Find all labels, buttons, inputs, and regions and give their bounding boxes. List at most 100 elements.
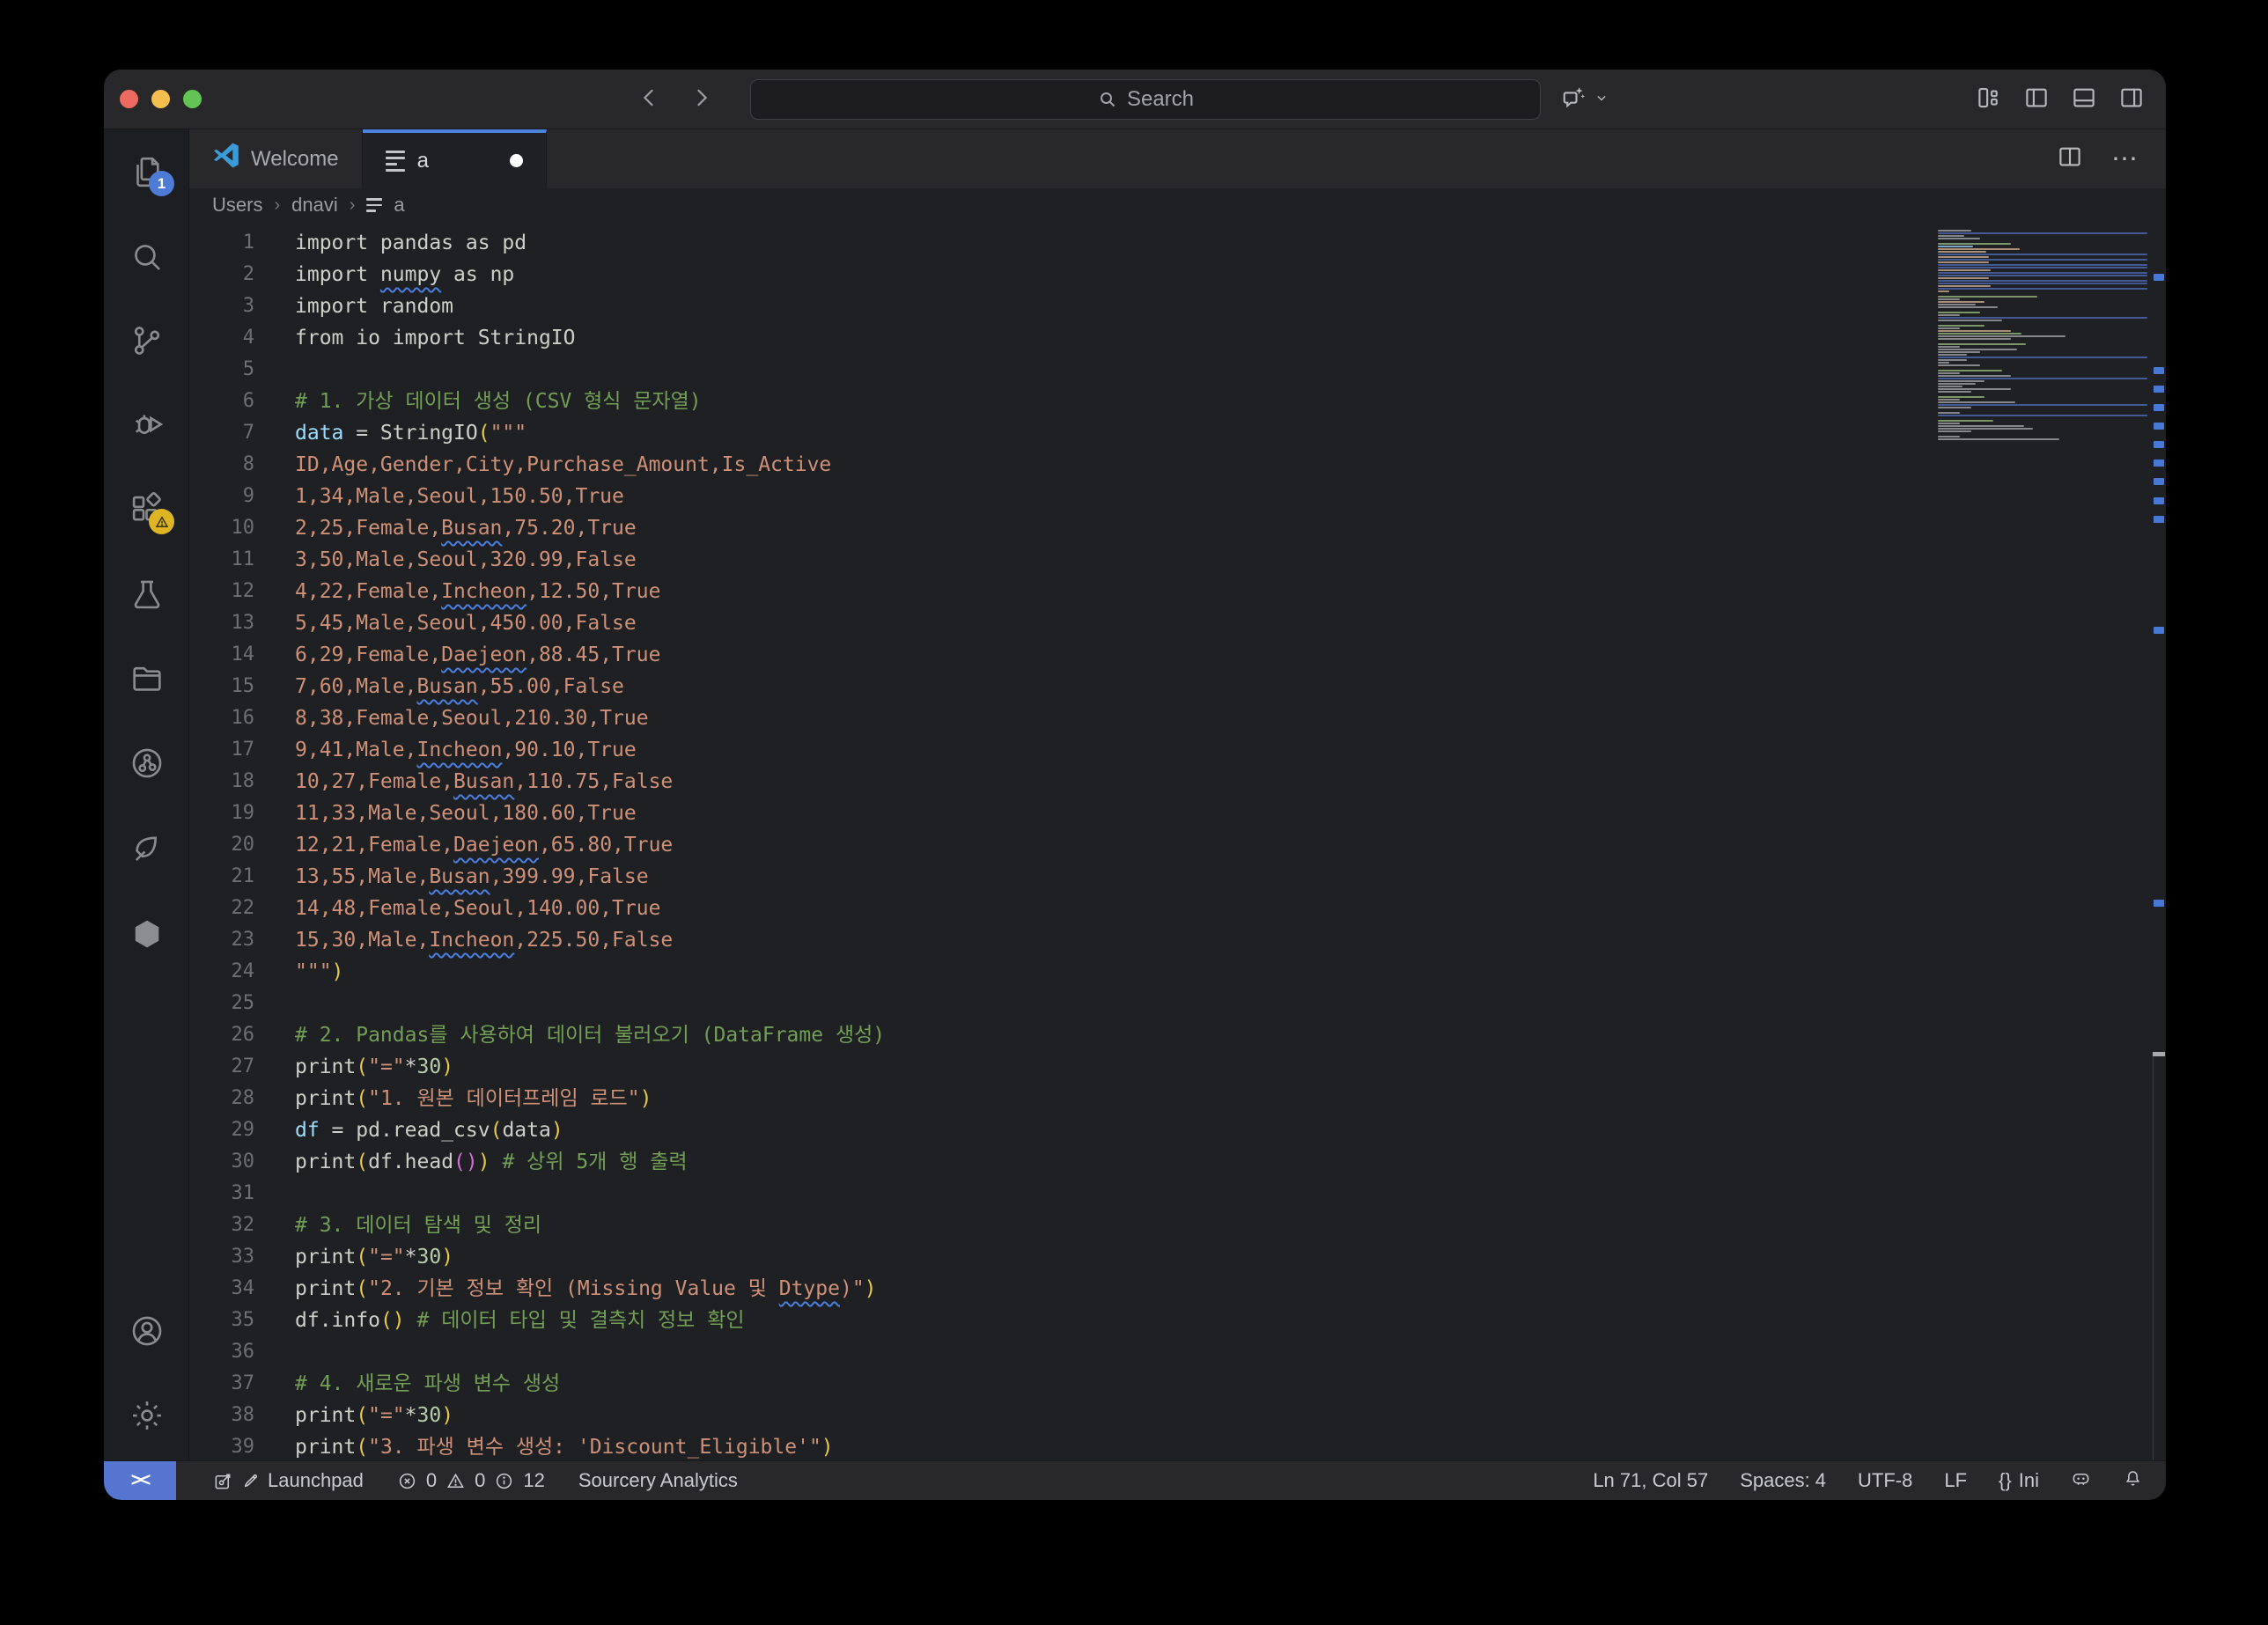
- close-window-button[interactable]: [120, 90, 138, 108]
- minimap-row: [1938, 438, 2059, 440]
- code-line-36[interactable]: 36: [189, 1336, 2166, 1368]
- copilot-status-icon[interactable]: [2071, 1468, 2091, 1494]
- code-line-29[interactable]: 29df = pd.read_csv(data): [189, 1114, 2166, 1146]
- code-line-20[interactable]: 2012,21,Female,Daejeon,65.80,True: [189, 829, 2166, 861]
- minimap-row: [1938, 304, 1976, 305]
- code-line-14[interactable]: 146,29,Female,Daejeon,88.45,True: [189, 639, 2166, 671]
- code-line-6[interactable]: 6# 1. 가상 데이터 생성 (CSV 형식 문자열): [189, 386, 2166, 417]
- code-line-9[interactable]: 91,34,Male,Seoul,150.50,True: [189, 481, 2166, 512]
- minimap[interactable]: [1933, 222, 2153, 1460]
- code-line-25[interactable]: 25: [189, 988, 2166, 1019]
- minimap-row: [1938, 357, 2147, 358]
- code-line-23[interactable]: 2315,30,Male,Incheon,225.50,False: [189, 924, 2166, 956]
- code-line-7[interactable]: 7data = StringIO(""": [189, 417, 2166, 449]
- code-line-35[interactable]: 35df.info() # 데이터 타입 및 결측치 정보 확인: [189, 1305, 2166, 1336]
- sourcery-status-item[interactable]: Sourcery Analytics: [578, 1469, 738, 1492]
- more-actions-icon[interactable]: ⋯: [2111, 143, 2139, 174]
- minimap-row: [1938, 283, 2147, 284]
- code-line-26[interactable]: 26# 2. Pandas를 사용하여 데이터 불러오기 (DataFrame …: [189, 1019, 2166, 1051]
- explorer-badge: 1: [149, 171, 174, 196]
- breadcrumb-segment[interactable]: dnavi: [291, 194, 338, 217]
- dirty-dot-icon[interactable]: [510, 154, 523, 167]
- code-line-4[interactable]: 4from io import StringIO: [189, 322, 2166, 354]
- minimap-row: [1938, 404, 2147, 406]
- activity-item-accounts[interactable]: [129, 1312, 166, 1349]
- go-forward-icon[interactable]: [688, 85, 714, 115]
- problems-status-item[interactable]: 0 0 12: [397, 1469, 545, 1492]
- code-line-8[interactable]: 8ID,Age,Gender,City,Purchase_Amount,Is_A…: [189, 449, 2166, 481]
- warning-icon: [446, 1471, 466, 1491]
- activity-item-settings[interactable]: [129, 1397, 166, 1434]
- copilot-chat-icon[interactable]: [1561, 85, 1587, 115]
- code-line-38[interactable]: 38print("="*30): [189, 1400, 2166, 1431]
- activity-item-tool-extension[interactable]: [129, 830, 166, 867]
- sourcery-label: Sourcery Analytics: [578, 1469, 738, 1492]
- code-line-31[interactable]: 31: [189, 1178, 2166, 1210]
- tab-welcome[interactable]: Welcome: [189, 129, 363, 188]
- minimap-row: [1938, 359, 1967, 361]
- eol-status[interactable]: LF: [1944, 1469, 1967, 1492]
- code-line-3[interactable]: 3import random: [189, 290, 2166, 322]
- code-line-5[interactable]: 5: [189, 354, 2166, 386]
- code-line-17[interactable]: 179,41,Male,Incheon,90.10,True: [189, 734, 2166, 766]
- ruler-marker: [2154, 497, 2164, 504]
- line-number: 21: [189, 861, 295, 893]
- language-label: Ini: [2019, 1469, 2039, 1492]
- code-line-12[interactable]: 124,22,Female,Incheon,12.50,True: [189, 576, 2166, 607]
- breadcrumb-file[interactable]: a: [394, 194, 404, 217]
- code-line-21[interactable]: 2113,55,Male,Busan,399.99,False: [189, 861, 2166, 893]
- activity-item-testing[interactable]: [129, 576, 166, 613]
- code-line-19[interactable]: 1911,33,Male,Seoul,180.60,True: [189, 798, 2166, 829]
- minimap-row: [1938, 306, 1998, 308]
- remote-indicator[interactable]: ><: [104, 1461, 176, 1500]
- split-editor-icon[interactable]: [2057, 143, 2083, 174]
- code-line-28[interactable]: 28print("1. 원본 데이터프레임 로드"): [189, 1083, 2166, 1114]
- breadcrumb-segment[interactable]: Users: [212, 194, 262, 217]
- code-editor[interactable]: 1import pandas as pd2import numpy as np3…: [189, 222, 2166, 1460]
- encoding-status[interactable]: UTF-8: [1858, 1469, 1912, 1492]
- code-line-34[interactable]: 34print("2. 기본 정보 확인 (Missing Value 및 Dt…: [189, 1273, 2166, 1305]
- overview-ruler[interactable]: [2153, 222, 2166, 1460]
- activity-item-folder-view[interactable]: [129, 659, 166, 696]
- code-line-37[interactable]: 37# 4. 새로운 파생 변수 생성: [189, 1368, 2166, 1400]
- customize-layout-icon[interactable]: [1976, 85, 2002, 115]
- zoom-window-button[interactable]: [183, 90, 202, 108]
- indentation-status[interactable]: Spaces: 4: [1740, 1469, 1826, 1492]
- toggle-panel-icon[interactable]: [2071, 85, 2097, 115]
- code-line-1[interactable]: 1import pandas as pd: [189, 227, 2166, 259]
- code-line-13[interactable]: 135,45,Male,Seoul,450.00,False: [189, 607, 2166, 639]
- chevron-down-icon[interactable]: [1593, 89, 1610, 111]
- activity-item-hexagon-extension[interactable]: [129, 915, 166, 952]
- launchpad-status-item[interactable]: Launchpad: [213, 1469, 364, 1492]
- code-line-18[interactable]: 1810,27,Female,Busan,110.75,False: [189, 766, 2166, 798]
- code-line-16[interactable]: 168,38,Female,Seoul,210.30,True: [189, 702, 2166, 734]
- notifications-bell-icon[interactable]: [2123, 1468, 2143, 1494]
- language-mode-status[interactable]: {} Ini: [1999, 1469, 2039, 1492]
- activity-item-source-control[interactable]: [129, 322, 166, 359]
- activity-item-search[interactable]: [129, 239, 166, 276]
- toggle-primary-sidebar-icon[interactable]: [2023, 85, 2050, 115]
- code-line-30[interactable]: 30print(df.head()) # 상위 5개 행 출력: [189, 1146, 2166, 1178]
- code-line-11[interactable]: 113,50,Male,Seoul,320.99,False: [189, 544, 2166, 576]
- minimap-row: [1938, 325, 1984, 327]
- code-line-33[interactable]: 33print("="*30): [189, 1241, 2166, 1273]
- activity-item-run-and-debug[interactable]: [129, 406, 166, 443]
- code-line-39[interactable]: 39print("3. 파생 변수 생성: 'Discount_Eligible…: [189, 1431, 2166, 1460]
- code-line-27[interactable]: 27print("="*30): [189, 1051, 2166, 1083]
- activity-item-commit-graph[interactable]: [129, 745, 166, 782]
- code-line-10[interactable]: 102,25,Female,Busan,75.20,True: [189, 512, 2166, 544]
- command-center-search[interactable]: Search: [750, 79, 1541, 120]
- minimize-window-button[interactable]: [151, 90, 170, 108]
- code-line-22[interactable]: 2214,48,Female,Seoul,140.00,True: [189, 893, 2166, 924]
- tab-a[interactable]: a: [363, 129, 547, 188]
- activity-item-extensions[interactable]: [129, 491, 166, 528]
- titlebar: Search: [104, 70, 2166, 129]
- cursor-position-status[interactable]: Ln 71, Col 57: [1593, 1469, 1708, 1492]
- activity-item-explorer[interactable]: 1: [129, 153, 166, 190]
- code-line-32[interactable]: 32# 3. 데이터 탐색 및 정리: [189, 1210, 2166, 1241]
- go-back-icon[interactable]: [637, 85, 663, 115]
- toggle-secondary-sidebar-icon[interactable]: [2118, 85, 2145, 115]
- code-line-15[interactable]: 157,60,Male,Busan,55.00,False: [189, 671, 2166, 702]
- code-line-2[interactable]: 2import numpy as np: [189, 259, 2166, 290]
- code-line-24[interactable]: 24"""): [189, 956, 2166, 988]
